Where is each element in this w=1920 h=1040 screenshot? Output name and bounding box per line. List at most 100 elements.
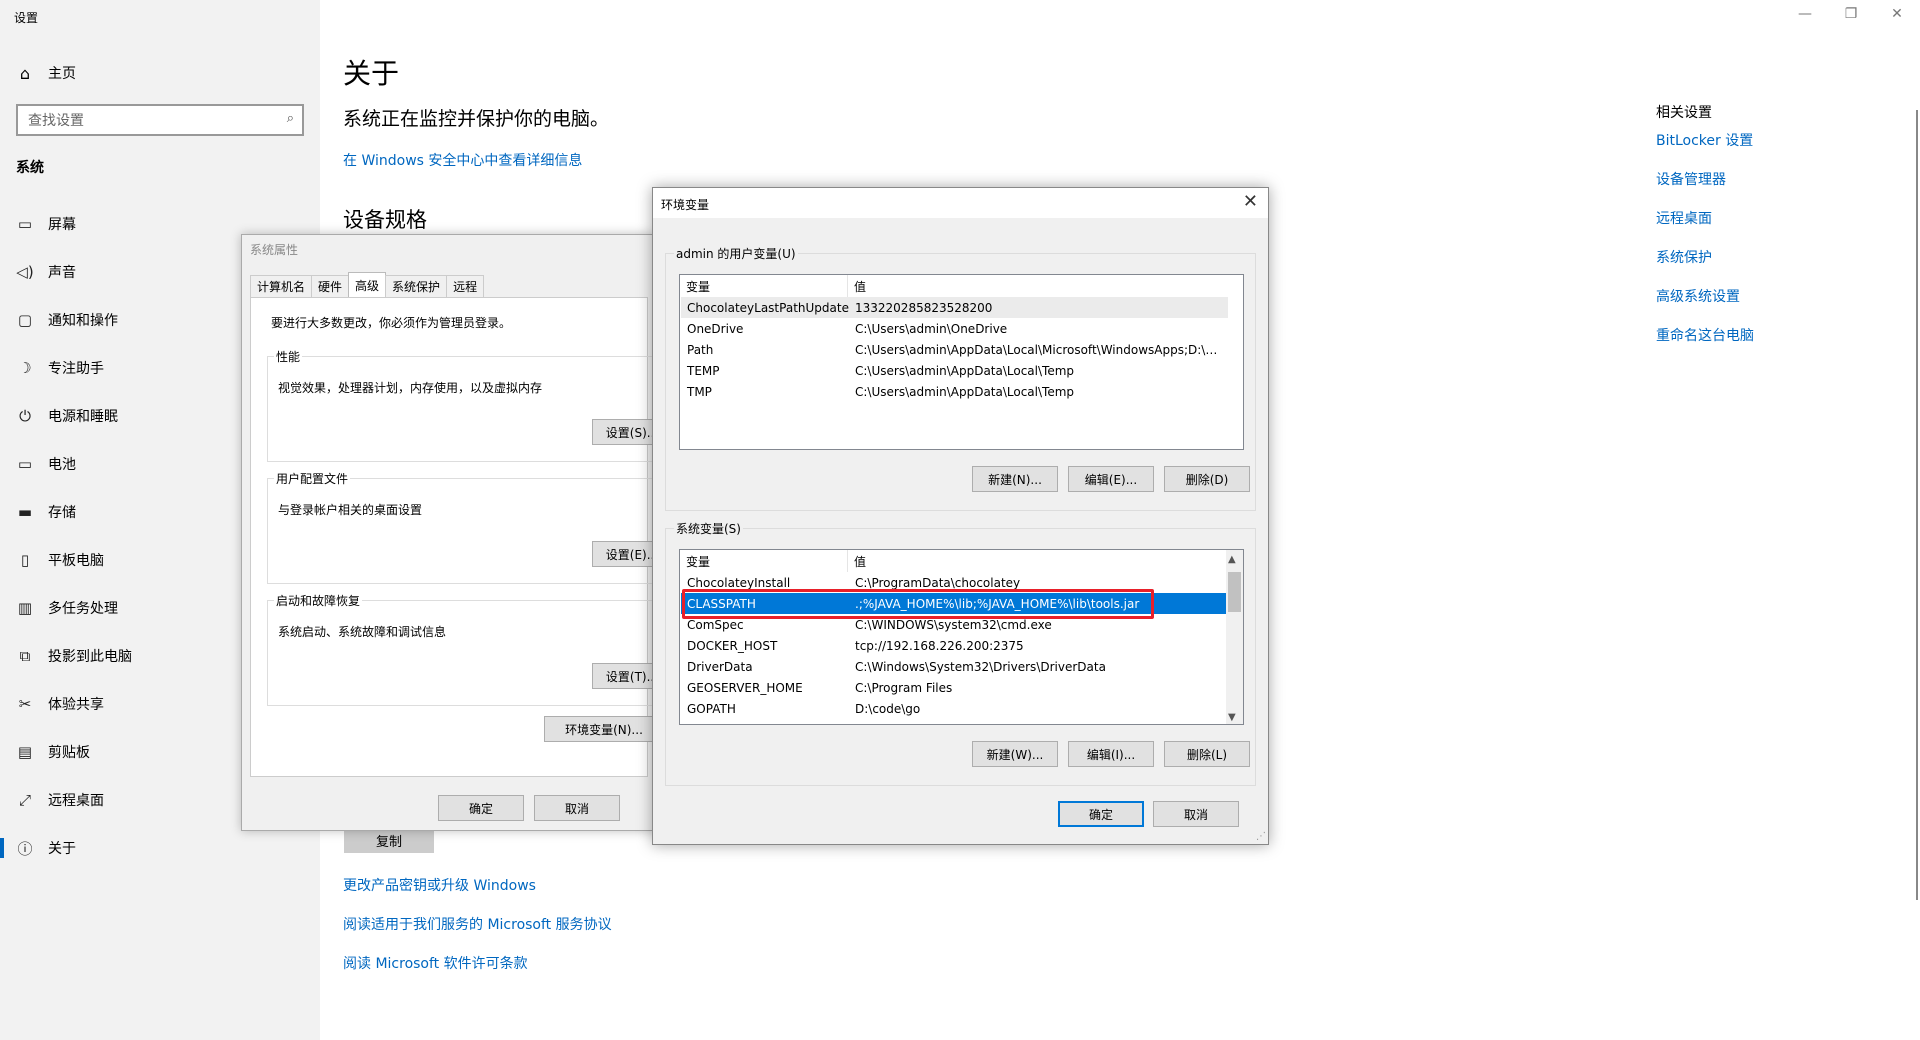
row-variable: GEOSERVER_HOME — [687, 680, 803, 695]
list-header: 变量 值 — [680, 275, 1243, 297]
tab-hardware[interactable]: 硬件 — [311, 275, 350, 297]
list-header: 变量 值 — [680, 550, 1243, 572]
sidebar-item-label: 电源和睡眠 — [48, 409, 118, 425]
power-icon: ⏻ — [19, 407, 31, 425]
system-new-button[interactable]: 新建(W)... — [972, 741, 1058, 767]
search-input[interactable]: 查找设置 ⌕ — [16, 104, 304, 136]
related-settings-heading: 相关设置 — [1656, 105, 1712, 121]
row-variable: DOCKER_HOST — [687, 638, 778, 653]
row-variable: OneDrive — [687, 321, 744, 336]
tab-bar: 计算机名 硬件 高级 系统保护 远程 — [250, 272, 485, 297]
sidebar-item-label: 多任务处理 — [48, 601, 118, 617]
device-manager-link[interactable]: 设备管理器 — [1656, 169, 1726, 189]
tab-advanced[interactable]: 高级 — [348, 272, 387, 297]
table-row[interactable]: TMP C:\Users\admin\AppData\Local\Temp — [681, 381, 1219, 402]
table-row[interactable]: TEMP C:\Users\admin\AppData\Local\Temp — [681, 360, 1219, 381]
home-icon: ⌂ — [19, 63, 31, 83]
info-icon: ⓘ — [17, 839, 33, 858]
table-row[interactable]: DOCKER_HOST tcp://192.168.226.200:2375 — [681, 635, 1219, 656]
scroll-thumb[interactable] — [1228, 572, 1241, 612]
search-icon[interactable]: ⌕ — [287, 111, 294, 126]
storage-icon: ▬ — [17, 503, 33, 521]
dialog-title: 环境变量 — [661, 198, 710, 212]
row-value: C:\Windows\System32\Drivers\DriverData — [855, 659, 1106, 674]
table-row[interactable]: GOPATH D:\code\go — [681, 698, 1219, 719]
service-agreement-link[interactable]: 阅读适用于我们服务的 Microsoft 服务协议 — [343, 914, 612, 934]
device-spec-heading: 设备规格 — [343, 208, 427, 232]
list-scrollbar[interactable]: ▲ ▼ — [1226, 550, 1243, 724]
system-variables-list[interactable]: 变量 值 ChocolateyInstall C:\ProgramData\ch… — [679, 549, 1244, 725]
scroll-up-icon[interactable]: ▲ — [1228, 554, 1236, 565]
performance-desc: 视觉效果，处理器计划，内存使用，以及虚拟内存 — [278, 381, 543, 395]
rename-pc-link[interactable]: 重命名这台电脑 — [1656, 325, 1754, 345]
tab-remote[interactable]: 远程 — [446, 275, 485, 297]
system-edit-button[interactable]: 编辑(I)... — [1068, 741, 1154, 767]
sidebar-item-label: 体验共享 — [48, 697, 104, 713]
sidebar-item-label: 屏幕 — [48, 217, 76, 233]
user-new-button[interactable]: 新建(N)... — [972, 466, 1058, 492]
system-protection-link[interactable]: 系统保护 — [1656, 247, 1712, 267]
close-button[interactable]: ✕ — [1874, 6, 1920, 22]
environment-variables-dialog: 环境变量 ✕ admin 的用户变量(U) 变量 值 ChocolateyLas… — [652, 187, 1269, 845]
system-variables-legend: 系统变量(S) — [674, 520, 743, 537]
ok-button[interactable]: 确定 — [438, 795, 524, 821]
page-scrollbar[interactable] — [1916, 110, 1918, 900]
table-row[interactable]: Path C:\Users\admin\AppData\Local\Micros… — [681, 339, 1219, 360]
table-row[interactable]: GEOSERVER_HOME C:\Program Files — [681, 677, 1219, 698]
system-delete-button[interactable]: 删除(L) — [1164, 741, 1250, 767]
search-placeholder: 查找设置 — [28, 113, 84, 129]
minimize-button[interactable]: — — [1782, 6, 1828, 22]
tablet-icon: ▯ — [20, 551, 30, 569]
app-title: 设置 — [14, 11, 39, 25]
table-row[interactable]: ChocolateyLastPathUpdate 133220285823528… — [681, 297, 1228, 318]
cancel-button[interactable]: 取消 — [1153, 801, 1239, 827]
user-profiles-group: 用户配置文件 与登录帐户相关的桌面设置 设置(E)... — [267, 470, 672, 584]
monitor-icon: ▭ — [17, 215, 33, 233]
environment-variables-button[interactable]: 环境变量(N)... — [544, 716, 664, 742]
performance-legend: 性能 — [274, 348, 303, 365]
license-terms-link[interactable]: 阅读 Microsoft 软件许可条款 — [343, 953, 528, 973]
ok-button[interactable]: 确定 — [1058, 801, 1144, 827]
system-properties-dialog: 系统属性 计算机名 硬件 高级 系统保护 远程 要进行大多数更改，你必须作为管理… — [241, 234, 672, 831]
user-variables-legend: admin 的用户变量(U) — [674, 245, 798, 262]
page-title: 关于 — [343, 57, 400, 90]
remote-desktop-link[interactable]: 远程桌面 — [1656, 208, 1712, 228]
row-value: C:\Users\admin\OneDrive — [855, 321, 1008, 336]
user-edit-button[interactable]: 编辑(E)... — [1068, 466, 1154, 492]
sidebar-item-about[interactable]: ⓘ 关于 — [0, 828, 320, 868]
row-value: C:\Program Files — [855, 680, 953, 695]
sidebar-item-label: 关于 — [48, 841, 76, 857]
sidebar-home[interactable]: ⌂ 主页 — [16, 61, 76, 85]
resize-grip-icon[interactable]: ⋰ — [1256, 831, 1266, 842]
upgrade-link[interactable]: 更改产品密钥或升级 Windows — [343, 875, 536, 895]
column-header-value[interactable]: 值 — [848, 550, 866, 572]
bitlocker-link[interactable]: BitLocker 设置 — [1656, 130, 1753, 150]
row-variable: ComSpec — [687, 617, 744, 632]
dialog-titlebar: 环境变量 ✕ — [653, 188, 1268, 218]
scroll-down-icon[interactable]: ▼ — [1228, 712, 1236, 723]
row-variable: ChocolateyInstall — [687, 575, 791, 590]
security-center-link[interactable]: 在 Windows 安全中心中查看详细信息 — [343, 150, 582, 170]
sidebar-item-label: 平板电脑 — [48, 553, 104, 569]
table-row[interactable]: DriverData C:\Windows\System32\Drivers\D… — [681, 656, 1219, 677]
column-header-variable[interactable]: 变量 — [680, 550, 848, 572]
row-value: C:\Users\admin\AppData\Local\Temp — [855, 363, 1075, 378]
user-variables-list[interactable]: 变量 值 ChocolateyLastPathUpdate 1332202858… — [679, 274, 1244, 450]
column-header-variable[interactable]: 变量 — [680, 275, 848, 297]
user-delete-button[interactable]: 删除(D) — [1164, 466, 1250, 492]
restore-button[interactable]: ❐ — [1828, 6, 1874, 22]
table-row[interactable]: OneDrive C:\Users\admin\OneDrive — [681, 318, 1219, 339]
close-icon[interactable]: ✕ — [1243, 191, 1258, 212]
row-value: C:\ProgramData\chocolatey — [855, 575, 1021, 590]
cancel-button[interactable]: 取消 — [534, 795, 620, 821]
row-value: C:\Users\admin\AppData\Local\Temp — [855, 384, 1075, 399]
advanced-system-settings-link[interactable]: 高级系统设置 — [1656, 286, 1740, 306]
startup-legend: 启动和故障恢复 — [274, 592, 363, 609]
tab-computer-name[interactable]: 计算机名 — [250, 275, 313, 297]
row-variable: DriverData — [687, 659, 753, 674]
column-header-value[interactable]: 值 — [848, 275, 866, 297]
sidebar-item-label: 通知和操作 — [48, 313, 118, 329]
moon-icon: ☽ — [18, 359, 32, 377]
tab-system-protection[interactable]: 系统保护 — [385, 275, 448, 297]
project-icon: ⧉ — [19, 647, 31, 665]
